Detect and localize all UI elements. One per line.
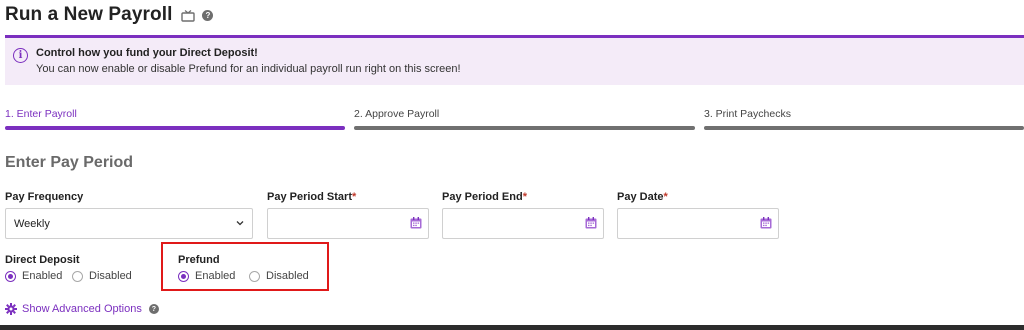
- banner-title: Control how you fund your Direct Deposit…: [36, 47, 258, 59]
- radio-label: Enabled: [22, 270, 63, 282]
- calendar-icon[interactable]: [585, 217, 597, 229]
- step-progress-bar: [354, 126, 695, 130]
- bottom-bar: [0, 325, 1024, 330]
- info-icon: i: [13, 48, 28, 63]
- radio-label: Disabled: [89, 270, 132, 282]
- direct-deposit-enabled-radio[interactable]: Enabled: [5, 270, 62, 282]
- tv-icon[interactable]: [181, 9, 196, 22]
- help-icon[interactable]: ?: [148, 304, 159, 314]
- pay-frequency-label-text: Pay Frequency: [5, 191, 84, 203]
- page-title: Run a New Payroll: [5, 4, 173, 25]
- required-mark: *: [663, 191, 668, 203]
- step-label: 3. Print Paychecks: [704, 108, 791, 120]
- direct-deposit-disabled-radio[interactable]: Disabled: [72, 270, 132, 282]
- required-mark: *: [351, 191, 357, 203]
- calendar-icon[interactable]: [410, 217, 422, 229]
- gear-icon: [5, 303, 17, 315]
- pay-date-label-text: Pay Date: [617, 191, 664, 203]
- step-approve-payroll[interactable]: 2. Approve Payroll: [354, 108, 695, 130]
- pay-frequency-label: Pay Frequency: [5, 191, 83, 203]
- pay-period-end-input[interactable]: [442, 208, 604, 239]
- info-banner: i Control how you fund your Direct Depos…: [5, 35, 1024, 85]
- step-progress-bar: [5, 126, 345, 130]
- page-header: Run a New Payroll ?: [5, 3, 214, 27]
- radio-unchecked-indicator[interactable]: [72, 270, 83, 282]
- required-mark: *: [522, 191, 527, 203]
- help-icon[interactable]: ?: [202, 9, 214, 21]
- pay-date-label: Pay Date*: [617, 191, 668, 203]
- pay-period-start-label-text: Pay Period Start: [267, 191, 352, 203]
- pay-period-start-label: Pay Period Start*: [267, 191, 356, 203]
- pay-period-start-input[interactable]: [267, 208, 429, 239]
- section-title: Enter Pay Period: [5, 154, 134, 171]
- radio-checked-indicator[interactable]: [5, 270, 16, 282]
- banner-text: You can now enable or disable Prefund fo…: [36, 63, 461, 75]
- advanced-options-row[interactable]: Show Advanced Options ?: [5, 303, 159, 315]
- pay-date-input[interactable]: [617, 208, 779, 239]
- step-label: 1. Enter Payroll: [5, 108, 77, 120]
- step-enter-payroll[interactable]: 1. Enter Payroll: [5, 108, 345, 130]
- show-advanced-options-link[interactable]: Show Advanced Options: [22, 303, 142, 315]
- step-label: 2. Approve Payroll: [354, 108, 440, 120]
- chevron-down-icon: [236, 221, 244, 226]
- step-progress-bar: [704, 126, 1024, 130]
- pay-period-end-label-text: Pay Period End: [442, 191, 523, 203]
- prefund-highlight-box: [161, 242, 329, 291]
- pay-frequency-select[interactable]: Weekly: [5, 208, 253, 239]
- pay-period-end-label: Pay Period End*: [442, 191, 527, 203]
- direct-deposit-label: Direct Deposit: [5, 254, 80, 266]
- step-print-paychecks[interactable]: 3. Print Paychecks: [704, 108, 1024, 130]
- calendar-icon[interactable]: [760, 217, 772, 229]
- pay-frequency-value: Weekly: [14, 218, 50, 230]
